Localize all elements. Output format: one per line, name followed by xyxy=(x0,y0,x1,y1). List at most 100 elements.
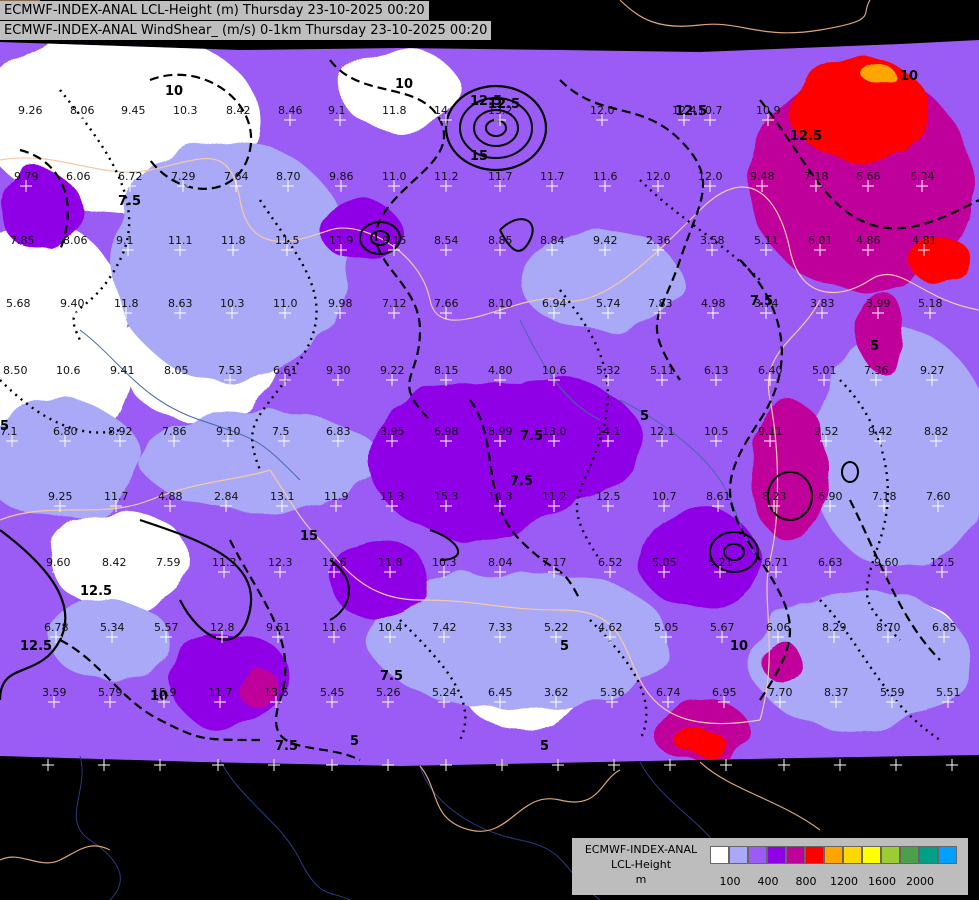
station-value: 9.86 xyxy=(329,170,354,183)
station-value: 10.5 xyxy=(704,425,729,438)
station-value: 10.3 xyxy=(173,104,198,117)
station-value: 11.1 xyxy=(168,234,193,247)
station-value: 10.4 xyxy=(378,621,403,634)
station-value: 7.85 xyxy=(10,234,35,247)
station-value: 11.2 xyxy=(542,490,567,503)
station-value: 9.60 xyxy=(46,556,71,569)
station-value: 6.34 xyxy=(910,170,935,183)
station-value: 8.61 xyxy=(706,490,731,503)
station-value: 11.6 xyxy=(322,556,347,569)
station-value: 8.15 xyxy=(434,364,459,377)
station-value: 11.7 xyxy=(208,686,233,699)
contour-label: 12.5 xyxy=(80,584,112,599)
contour-label: 12.5 xyxy=(20,639,52,654)
contour-label: 5 xyxy=(350,734,359,749)
station-value: 8.46 xyxy=(278,104,303,117)
station-value: 15.3 xyxy=(434,490,459,503)
legend-swatch xyxy=(710,846,729,864)
station-value: 4.81 xyxy=(912,234,937,247)
station-value: 8.29 xyxy=(822,621,847,634)
legend-title-parameter: LCL-Height xyxy=(610,858,672,871)
station-value: 9.48 xyxy=(750,170,775,183)
station-value: 12.0 xyxy=(646,170,671,183)
legend-unit: m xyxy=(635,873,647,886)
contour-label: 5 xyxy=(870,339,879,354)
station-value: 7.36 xyxy=(864,364,889,377)
station-value: 8.99 xyxy=(488,425,513,438)
station-value: 12.5 xyxy=(596,490,621,503)
station-value: 10.7 xyxy=(652,490,677,503)
station-value: 4.80 xyxy=(488,364,513,377)
station-value: 5.45 xyxy=(320,686,345,699)
station-value: 11.7 xyxy=(488,170,513,183)
color-legend: ECMWF-INDEX-ANAL LCL-Height m 100 400 800 1… xyxy=(572,838,968,895)
weather-map: 10 12.5 7.5 10 12.5 15 12.5 7.5 5 12.5 10 7.5 5 5 7.5 5… xyxy=(0,0,979,900)
contour-label: 7.5 xyxy=(380,669,403,684)
station-value: 7.64 xyxy=(224,170,249,183)
station-value: 8.84 xyxy=(540,234,565,247)
station-value: 14.1 xyxy=(596,425,621,438)
station-value: 8.37 xyxy=(824,686,849,699)
station-value: 6.45 xyxy=(488,686,513,699)
station-value: 8.70 xyxy=(276,170,301,183)
station-value: 5.74 xyxy=(596,297,621,310)
station-value: 11.7 xyxy=(104,490,129,503)
station-value: 7.18 xyxy=(872,490,897,503)
station-value: 7.1 xyxy=(0,425,18,438)
station-value: 9.42 xyxy=(868,425,893,438)
legend-tick-label: 1200 xyxy=(830,875,858,888)
station-value: 7.5 xyxy=(272,425,290,438)
station-value: 6.72 xyxy=(118,170,143,183)
station-value: 6.74 xyxy=(656,686,681,699)
station-value: 11.6 xyxy=(322,621,347,634)
station-value: 13.2 xyxy=(488,104,513,117)
station-value: 12.8 xyxy=(210,621,235,634)
station-value: 11.6 xyxy=(593,170,618,183)
station-value: 7.29 xyxy=(171,170,196,183)
legend-swatch xyxy=(748,846,767,864)
station-value: 7.86 xyxy=(162,425,187,438)
station-value: 6.85 xyxy=(932,621,957,634)
station-value: 5.01 xyxy=(812,364,837,377)
contour-label: 12.5 xyxy=(790,129,822,144)
contour-label: 15 xyxy=(470,149,488,164)
station-value: 6.90 xyxy=(818,490,843,503)
station-value: 11.0 xyxy=(382,170,407,183)
station-value: 7.12 xyxy=(382,297,407,310)
station-value: 4.88 xyxy=(158,490,183,503)
station-value: 9.1 xyxy=(328,104,346,117)
station-value: 4.62 xyxy=(598,621,623,634)
station-value: 2.84 xyxy=(214,490,239,503)
station-value: 2.36 xyxy=(646,234,671,247)
station-value: 15.9 xyxy=(152,686,177,699)
legend-swatch xyxy=(729,846,748,864)
station-value: 6.71 xyxy=(764,556,789,569)
lcl-height-field xyxy=(0,40,979,766)
station-value: 12.0 xyxy=(698,170,723,183)
station-value: 8.42 xyxy=(102,556,127,569)
station-value: 7.70 xyxy=(768,686,793,699)
legend-swatch xyxy=(919,846,938,864)
station-value: 9.98 xyxy=(328,297,353,310)
station-value: 6.80 xyxy=(53,425,78,438)
station-value: 5.05 xyxy=(654,621,679,634)
legend-tick-label: 400 xyxy=(757,875,779,888)
station-value: 11.8 xyxy=(221,234,246,247)
station-value: 7.17 xyxy=(542,556,567,569)
station-value: 9.42 xyxy=(593,234,618,247)
station-value: 5.67 xyxy=(710,621,735,634)
station-value: 12.0 xyxy=(590,104,615,117)
station-value: 7.60 xyxy=(926,490,951,503)
station-value: 13.1 xyxy=(270,490,295,503)
station-value: 4.98 xyxy=(701,297,726,310)
station-value: 3.62 xyxy=(544,686,569,699)
station-value: 7.42 xyxy=(432,621,457,634)
station-value: 8.50 xyxy=(3,364,28,377)
legend-swatch xyxy=(862,846,881,864)
station-value: 14.3 xyxy=(488,490,513,503)
station-value: 3.83 xyxy=(810,297,835,310)
contour-label: 10 xyxy=(395,77,413,92)
legend-swatch xyxy=(843,846,862,864)
station-value: 9.60 xyxy=(874,556,899,569)
station-value: 8.82 xyxy=(924,425,949,438)
